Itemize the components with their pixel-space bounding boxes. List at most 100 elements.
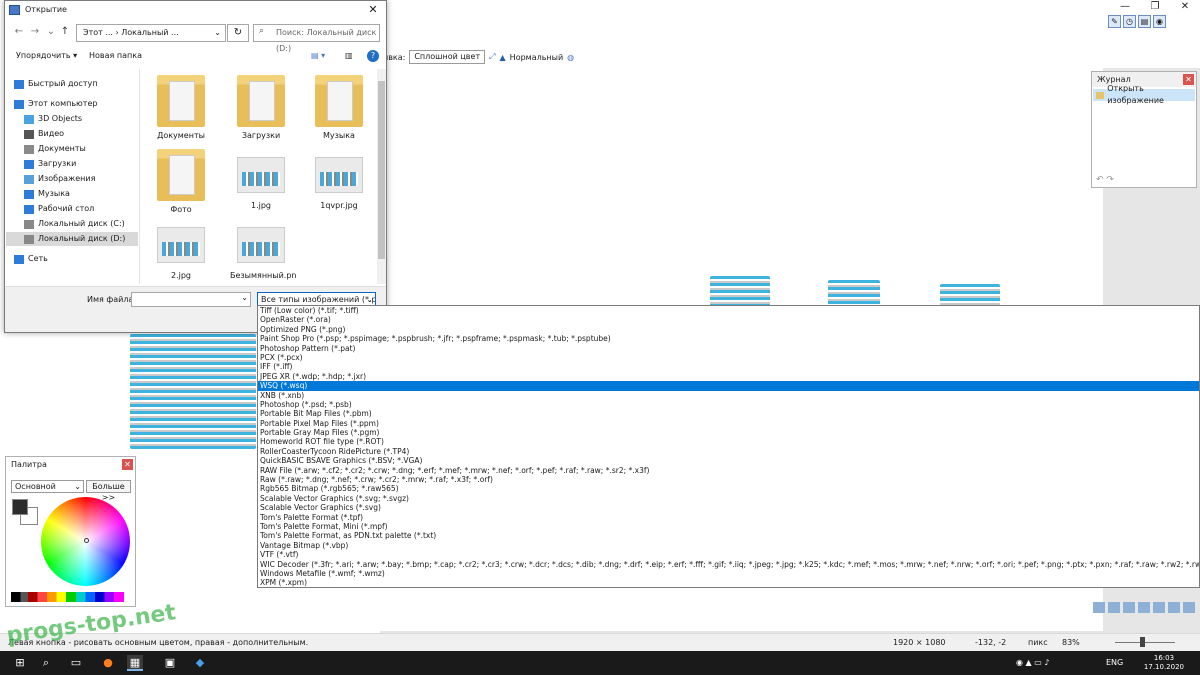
maximize-button[interactable]: ❐ (1140, 0, 1170, 14)
fill-select[interactable]: Сплошной цвет (409, 50, 486, 64)
nav-item[interactable]: Быстрый доступ (14, 77, 97, 91)
file-item[interactable]: 1.jpg (230, 149, 292, 210)
nav-item[interactable]: Сеть (14, 252, 48, 266)
add-layer-icon[interactable] (1093, 602, 1105, 613)
duplicate-layer-icon[interactable] (1123, 602, 1135, 613)
more-button[interactable]: Больше >> (86, 480, 131, 502)
primary-color[interactable] (12, 499, 28, 515)
filetype-option[interactable]: Homeworld ROT file type (*.ROT) (258, 437, 1199, 446)
file-item[interactable]: Безымянный.pn (230, 219, 297, 280)
chevron-down-icon[interactable]: ⌄ (241, 293, 248, 302)
nav-item[interactable]: Локальный диск (D:) (6, 232, 138, 246)
organize-button[interactable]: Упорядочить ▾ (16, 47, 77, 65)
file-item[interactable]: Фото (150, 149, 212, 214)
minimize-button[interactable]: — (1110, 0, 1140, 14)
filetype-option[interactable]: Windows Metafile (*.wmf; *.wmz) (258, 569, 1199, 578)
view-icon[interactable]: ▤ ▾ (311, 47, 325, 65)
help-icon[interactable]: ? (367, 50, 379, 62)
address-bar[interactable]: Этот ... › Локальный ... ⌄ (76, 24, 226, 42)
filetype-option[interactable]: PCX (*.pcx) (258, 353, 1199, 362)
globe-icon[interactable]: ◍ (567, 53, 574, 62)
new-folder-button[interactable]: Новая папка (89, 47, 142, 65)
filetype-option[interactable]: Tom's Palette Format, Mini (*.mpf) (258, 522, 1199, 531)
filetype-option[interactable]: Photoshop Pattern (*.pat) (258, 344, 1199, 353)
filetype-option[interactable]: Tom's Palette Format, as PDN.txt palette… (258, 531, 1199, 540)
filetype-option[interactable]: Photoshop (*.psd; *.psb) (258, 400, 1199, 409)
file-item[interactable]: Музыка (308, 75, 370, 140)
filetype-option[interactable]: OpenRaster (*.ora) (258, 315, 1199, 324)
nav-item[interactable]: Документы (24, 142, 86, 156)
filetype-option[interactable]: WIC Decoder (*.3fr; *.ari; *.arw; *.bay;… (258, 560, 1199, 569)
layer-up-icon[interactable] (1153, 602, 1165, 613)
file-item[interactable]: 2.jpg (150, 219, 212, 280)
close-icon[interactable]: ✕ (122, 459, 133, 470)
filetype-option[interactable]: Portable Gray Map Files (*.pgm) (258, 428, 1199, 437)
tray-icons[interactable]: ◉ ▲ ▭ ♪ (1016, 651, 1049, 675)
filetype-option[interactable]: XPM (*.xpm) (258, 578, 1199, 587)
taskview-icon[interactable]: ▭ (68, 655, 84, 671)
paintnet-icon[interactable]: ▦ (127, 655, 143, 671)
filetype-option[interactable]: VTF (*.vtf) (258, 550, 1199, 559)
filetype-option[interactable]: IFF (*.iff) (258, 362, 1199, 371)
scrollbar[interactable] (377, 69, 386, 284)
zoom-slider-knob[interactable] (1140, 637, 1145, 647)
preview-pane-icon[interactable]: ▥ (345, 47, 353, 65)
language-indicator[interactable]: ENG (1106, 651, 1123, 675)
file-item[interactable]: Загрузки (230, 75, 292, 140)
layer-down-icon[interactable] (1168, 602, 1180, 613)
filetype-option[interactable]: RollerCoasterTycoon RidePicture (*.TP4) (258, 447, 1199, 456)
filetype-option[interactable]: Paint Shop Pro (*.psp; *.pspimage; *.psp… (258, 334, 1199, 343)
zoom-slider[interactable] (1115, 642, 1175, 643)
nav-item[interactable]: Музыка (24, 187, 70, 201)
zoom-value[interactable]: 83% (1062, 634, 1080, 652)
filetype-option[interactable]: Optimized PNG (*.png) (258, 325, 1199, 334)
nav-item[interactable]: Этот компьютер (14, 97, 97, 111)
close-app-button[interactable]: ✕ (1170, 0, 1200, 14)
layers-toggle-icon[interactable]: ▤ (1138, 15, 1151, 28)
units-select[interactable]: пикс (1028, 634, 1048, 652)
nav-item[interactable]: Локальный диск (C:) (24, 217, 125, 231)
filetype-option[interactable]: Scalable Vector Graphics (*.svg) (258, 503, 1199, 512)
colors-toggle-icon[interactable]: ◉ (1153, 15, 1166, 28)
nav-item[interactable]: Рабочий стол (24, 202, 94, 216)
filetype-option[interactable]: Rgb565 Bitmap (*.rgb565; *.raw565) (258, 484, 1199, 493)
filetype-option[interactable]: Tiff (Low color) (*.tif; *.tiff) (258, 306, 1199, 315)
history-item[interactable]: Открыть изображение (1093, 84, 1195, 105)
scrollbar-thumb[interactable] (378, 81, 385, 259)
antialias-icon[interactable]: ⤢ (489, 52, 495, 62)
clock[interactable]: 16:03 17.10.2020 (1144, 654, 1184, 672)
filetype-option[interactable]: JPEG XR (*.wdp; *.hdp; *.jxr) (258, 372, 1199, 381)
file-item[interactable]: Документы (150, 75, 212, 140)
filetype-option[interactable]: Scalable Vector Graphics (*.svg; *.svgz) (258, 494, 1199, 503)
filetype-option[interactable]: Raw (*.raw; *.dng; *.nef; *.crw; *.cr2; … (258, 475, 1199, 484)
redo-icon[interactable]: ↷ (1106, 175, 1114, 185)
color-wheel-marker[interactable] (84, 538, 89, 543)
color-swatches[interactable] (11, 592, 131, 602)
search-icon[interactable]: ⌕ (38, 655, 54, 671)
recent-icon[interactable]: ⌄ (45, 26, 57, 38)
wrench-icon[interactable] (1183, 602, 1195, 613)
nav-item[interactable]: Изображения (24, 172, 95, 186)
filetype-option[interactable]: Tom's Palette Format (*.tpf) (258, 513, 1199, 522)
canvas[interactable] (380, 68, 1103, 308)
filename-input[interactable]: ⌄ (131, 292, 251, 307)
filetype-option[interactable]: Portable Pixel Map Files (*.ppm) (258, 419, 1199, 428)
filetype-option[interactable]: Vantage Bitmap (*.vbp) (258, 541, 1199, 550)
merge-layer-icon[interactable] (1138, 602, 1150, 613)
filetype-option[interactable]: WSQ (*.wsq) (258, 381, 1199, 391)
search-input[interactable]: Поиск: Локальный диск (D:) (253, 24, 380, 53)
start-icon[interactable]: ⊞ (12, 655, 28, 671)
close-icon[interactable]: ✕ (1183, 74, 1194, 85)
refresh-icon[interactable]: ↻ (227, 24, 249, 42)
tools-toggle-icon[interactable]: ✎ (1108, 15, 1121, 28)
chevron-down-icon[interactable]: ⌄ (214, 25, 221, 41)
palette-mode-select[interactable]: Основной ⌄ (11, 480, 84, 493)
nav-item[interactable]: Видео (24, 127, 64, 141)
pane-splitter[interactable] (139, 69, 140, 284)
filetype-option[interactable]: XNB (*.xnb) (258, 391, 1199, 400)
filetype-option[interactable]: QuickBASIC BSAVE Graphics (*.BSV; *.VGA) (258, 456, 1199, 465)
history-toggle-icon[interactable]: ◷ (1123, 15, 1136, 28)
filetype-option[interactable]: RAW File (*.arw; *.cf2; *.cr2; *.crw; *.… (258, 466, 1199, 475)
blend-select[interactable]: Нормальный (510, 53, 564, 62)
file-item[interactable]: 1qvpr.jpg (308, 149, 370, 210)
